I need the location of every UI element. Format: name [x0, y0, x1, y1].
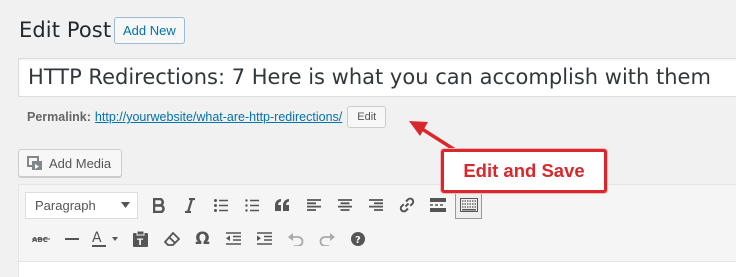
clear-formatting-icon: [163, 232, 180, 246]
special-character-button[interactable]: Ω: [187, 224, 218, 254]
undo-icon: [287, 233, 303, 246]
keyboard-shortcuts-button[interactable]: ?: [342, 224, 373, 254]
insert-link-button[interactable]: [391, 190, 422, 220]
special-character-icon: Ω: [195, 229, 210, 249]
post-title-input[interactable]: HTTP Redirections: 7 Here is what you ca…: [18, 58, 736, 97]
read-more-icon: [429, 198, 446, 212]
clear-formatting-button[interactable]: [156, 224, 187, 254]
permalink-row: Permalink: http://yourwebsite/what-are-h…: [27, 106, 387, 128]
bold-button[interactable]: [143, 190, 174, 220]
redo-icon: [319, 233, 335, 246]
permalink-edit-button[interactable]: Edit: [347, 106, 387, 128]
toolbar-toggle-button[interactable]: [455, 191, 482, 219]
format-select[interactable]: Paragraph: [25, 191, 138, 219]
chevron-down-icon: [121, 202, 130, 208]
svg-text:A: A: [92, 230, 102, 246]
editor-toolbar: Paragraph ABC A T Ω ?: [19, 185, 736, 262]
align-left-button[interactable]: [298, 190, 329, 220]
align-left-icon: [306, 199, 321, 211]
redo-button[interactable]: [311, 224, 342, 254]
text-color-icon: A: [92, 230, 118, 247]
add-media-label: Add Media: [49, 155, 112, 171]
align-right-icon: [368, 199, 383, 211]
svg-text:T: T: [137, 238, 144, 247]
toolbar-row-1: Paragraph: [25, 190, 484, 220]
permalink-label: Permalink:: [27, 110, 91, 124]
read-more-button[interactable]: [422, 190, 453, 220]
blockquote-icon: [275, 199, 289, 211]
toolbar-toggle-icon: [459, 198, 478, 212]
permalink-link[interactable]: http://yourwebsite/what-are-http-redirec…: [95, 110, 342, 124]
bulleted-list-button[interactable]: [205, 190, 236, 220]
decrease-indent-button[interactable]: [218, 224, 249, 254]
strikethrough-button[interactable]: ABC: [25, 224, 56, 254]
horizontal-line-icon: [64, 238, 79, 240]
numbered-list-icon: [244, 198, 259, 212]
edit-and-save-callout: Edit and Save: [441, 149, 607, 193]
undo-button[interactable]: [280, 224, 311, 254]
blockquote-button[interactable]: [267, 190, 298, 220]
page-title: Edit Post: [19, 18, 112, 42]
align-right-button[interactable]: [360, 190, 391, 220]
align-center-icon: [337, 199, 352, 211]
bulleted-list-icon: [213, 198, 228, 212]
bold-icon: [152, 197, 165, 213]
svg-text:?: ?: [355, 235, 361, 246]
italic-button[interactable]: [174, 190, 205, 220]
keyboard-shortcuts-icon: ?: [350, 232, 365, 246]
paste-as-text-button[interactable]: T: [125, 224, 156, 254]
strikethrough-icon: ABC: [31, 236, 50, 244]
insert-link-icon: [399, 197, 414, 213]
add-new-button[interactable]: Add New: [114, 17, 185, 44]
horizontal-line-button[interactable]: [56, 224, 87, 254]
increase-indent-button[interactable]: [249, 224, 280, 254]
format-select-value: Paragraph: [35, 197, 96, 213]
increase-indent-icon: [257, 232, 272, 245]
decrease-indent-icon: [226, 232, 241, 245]
toolbar-row-2: ABC A T Ω ?: [25, 224, 373, 254]
post-editor[interactable]: Paragraph ABC A T Ω ?: [18, 184, 736, 277]
align-center-button[interactable]: [329, 190, 360, 220]
numbered-list-button[interactable]: [236, 190, 267, 220]
svg-text:ABC: ABC: [32, 236, 48, 244]
add-media-button[interactable]: Add Media: [18, 149, 122, 177]
paste-as-text-icon: T: [133, 231, 148, 247]
add-media-icon: [27, 155, 42, 170]
italic-icon: [184, 197, 195, 213]
text-color-button[interactable]: A: [87, 224, 125, 254]
